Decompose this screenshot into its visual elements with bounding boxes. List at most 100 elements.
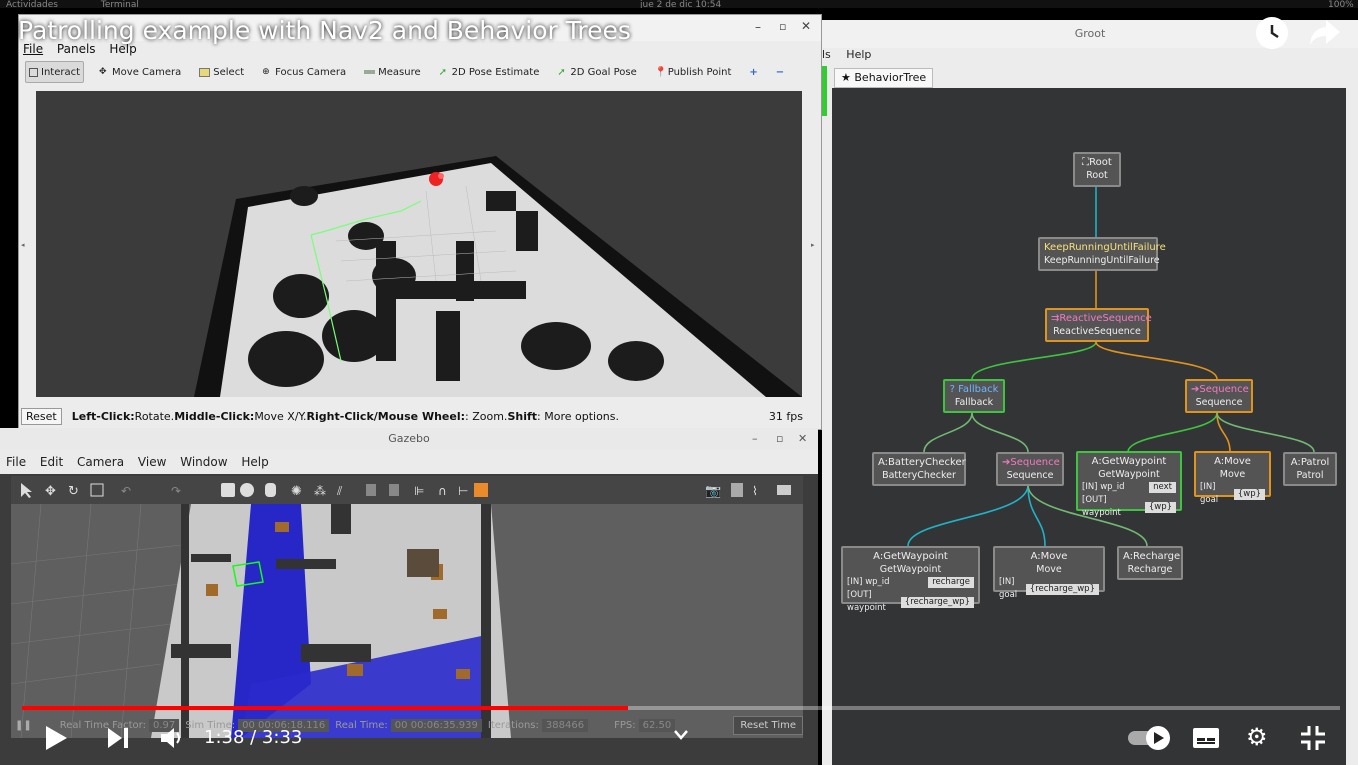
menu-tools-partial[interactable]: ls bbox=[822, 48, 831, 61]
node-type: Sequence bbox=[1010, 457, 1060, 468]
rviz-3d-view[interactable] bbox=[36, 91, 802, 397]
maximize-icon[interactable]: ▫ bbox=[776, 428, 783, 450]
node-type: Move bbox=[1040, 551, 1068, 562]
node-fallback[interactable]: ? Fallback Fallback bbox=[943, 379, 1005, 413]
play-icon[interactable] bbox=[44, 725, 68, 755]
measure-icon[interactable]: ⊢ bbox=[458, 484, 468, 498]
record-video-icon[interactable] bbox=[777, 485, 791, 495]
port-value-field[interactable]: next bbox=[1149, 482, 1176, 493]
node-recharge[interactable]: A:Recharge Recharge bbox=[1117, 546, 1183, 580]
point-light-icon[interactable]: ✺ bbox=[291, 484, 302, 499]
spot-light-icon[interactable]: ⁂ bbox=[314, 484, 326, 498]
maximize-icon[interactable]: ▫ bbox=[779, 20, 786, 33]
tool-interact[interactable]: Interact bbox=[25, 61, 85, 83]
node-keep-running-until-failure[interactable]: KeepRunningUntilFailure KeepRunningUntil… bbox=[1038, 237, 1166, 271]
rviz-toolbar: Interact ✥ Move Camera Select ⊕ Focus Came… bbox=[25, 61, 815, 83]
terminal-label[interactable]: Terminal bbox=[101, 0, 139, 8]
node-name: ReactiveSequence bbox=[1053, 326, 1141, 337]
tool-2d-pose-estimate[interactable]: ➚ 2D Pose Estimate bbox=[436, 62, 543, 82]
undo-icon[interactable]: ↶ bbox=[121, 484, 131, 498]
autoplay-toggle[interactable] bbox=[1128, 725, 1172, 755]
watch-later-icon[interactable] bbox=[1256, 17, 1288, 49]
rotate-icon[interactable]: ↻ bbox=[68, 484, 79, 499]
redo-icon[interactable]: ↷ bbox=[171, 484, 181, 498]
orange-box-icon[interactable] bbox=[474, 483, 488, 497]
tool-measure[interactable]: Measure bbox=[361, 62, 424, 82]
share-icon[interactable] bbox=[1308, 14, 1342, 52]
node-get-waypoint[interactable]: A:GetWaypoint GetWaypoint [IN] wp_id next… bbox=[1076, 451, 1182, 518]
tab-label: BehaviorTree bbox=[854, 71, 927, 84]
minimize-icon[interactable]: – bbox=[752, 428, 758, 450]
left-panel-toggle-icon[interactable]: ◂ bbox=[21, 241, 25, 249]
node-move-recharge[interactable]: A:Move Move [IN] goal {recharge_wp} bbox=[993, 546, 1105, 600]
behavior-tree-canvas[interactable]: ⛶Root Root KeepRunningUntilFailure KeepR… bbox=[832, 88, 1346, 765]
tab-behaviortree[interactable]: ★ BehaviorTree bbox=[834, 68, 934, 88]
clock[interactable]: jue 2 de dic 10:54 bbox=[640, 0, 721, 8]
next-icon[interactable] bbox=[106, 727, 130, 753]
node-root[interactable]: ⛶Root Root bbox=[1073, 152, 1121, 187]
port-value-field[interactable]: {recharge_wp} bbox=[900, 596, 974, 608]
menu-view[interactable]: View bbox=[138, 455, 166, 469]
tool-select[interactable]: Select bbox=[196, 62, 247, 82]
paste-icon[interactable] bbox=[389, 484, 399, 496]
log-icon[interactable] bbox=[731, 483, 743, 497]
copy-icon[interactable] bbox=[366, 484, 376, 496]
reset-button[interactable]: Reset bbox=[21, 407, 62, 425]
port-value-field[interactable]: {recharge_wp} bbox=[1025, 583, 1099, 595]
add-tool-button[interactable]: + bbox=[746, 62, 760, 82]
hint-text: : Zoom. bbox=[465, 409, 508, 423]
right-panel-toggle-icon[interactable]: ▸ bbox=[811, 241, 815, 249]
groot-window: Groot ls Help ★ BehaviorTree ⛶Root Root … bbox=[822, 20, 1358, 765]
video-title[interactable]: Patrolling example with Nav2 and Behavio… bbox=[18, 16, 631, 45]
exit-fullscreen-icon[interactable] bbox=[1300, 725, 1326, 755]
node-name: Move bbox=[1036, 564, 1062, 575]
close-icon[interactable]: ✕ bbox=[801, 19, 811, 33]
node-patrol[interactable]: A:Patrol Patrol bbox=[1283, 452, 1337, 486]
close-icon[interactable]: ✕ bbox=[798, 428, 807, 450]
node-name: BatteryChecker bbox=[882, 470, 956, 481]
port-value-field[interactable]: recharge bbox=[928, 577, 974, 588]
menu-file[interactable]: File bbox=[6, 455, 26, 469]
gazebo-3d-view[interactable] bbox=[11, 504, 803, 738]
settings-gear-icon[interactable]: ⚙ bbox=[1246, 725, 1268, 749]
snap-icon[interactable]: ∩ bbox=[438, 484, 447, 498]
menu-help[interactable]: Help bbox=[846, 48, 871, 61]
menu-edit[interactable]: Edit bbox=[40, 455, 63, 469]
minimize-icon[interactable]: – bbox=[755, 20, 761, 34]
node-sequence-recharge[interactable]: ➔Sequence Sequence bbox=[996, 452, 1064, 486]
align-icon[interactable]: ⊫ bbox=[414, 484, 424, 498]
screenshot-icon[interactable]: 📷 bbox=[705, 484, 721, 499]
plot-icon[interactable]: ⌇ bbox=[752, 484, 758, 498]
cylinder-shape-icon[interactable] bbox=[265, 483, 276, 497]
action-prefix: A: bbox=[1091, 456, 1102, 467]
subtitles-icon[interactable] bbox=[1192, 727, 1220, 753]
node-get-waypoint-recharge[interactable]: A:GetWaypoint GetWaypoint [IN] wp_id rech… bbox=[841, 546, 980, 613]
tool-2d-goal-pose[interactable]: ➚ 2D Goal Pose bbox=[554, 62, 639, 82]
box-shape-icon[interactable] bbox=[221, 483, 235, 497]
select-mode-icon[interactable] bbox=[21, 483, 32, 498]
port-value-field[interactable]: {wp} bbox=[1233, 488, 1265, 500]
activities-label[interactable]: Actividades bbox=[6, 0, 58, 8]
tool-publish-point[interactable]: 📍 Publish Point bbox=[652, 62, 735, 82]
remove-tool-button[interactable]: − bbox=[773, 62, 787, 82]
rviz-status-bar: Reset Left-Click: Rotate. Middle-Click: … bbox=[19, 405, 821, 427]
node-move[interactable]: A:Move Move [IN] goal {wp} bbox=[1194, 451, 1271, 505]
system-top-bar: Actividades Terminal jue 2 de dic 10:54 … bbox=[0, 0, 1358, 8]
node-battery-checker[interactable]: A:BatteryChecker BatteryChecker bbox=[872, 452, 966, 486]
video-controls: 1:38 / 3:33 ⚙ bbox=[0, 715, 1358, 765]
sphere-shape-icon[interactable] bbox=[240, 483, 254, 497]
directional-light-icon[interactable]: ⫽ bbox=[336, 484, 343, 498]
port-label: [IN] wp_id bbox=[847, 577, 890, 587]
translate-icon[interactable]: ✥ bbox=[45, 484, 56, 499]
tool-move-camera[interactable]: ✥ Move Camera bbox=[96, 62, 184, 82]
menu-help[interactable]: Help bbox=[241, 455, 268, 469]
menu-camera[interactable]: Camera bbox=[77, 455, 124, 469]
node-reactive-sequence[interactable]: ⇉ReactiveSequence ReactiveSequence bbox=[1045, 308, 1152, 342]
volume-icon[interactable] bbox=[160, 726, 186, 754]
port-value-field[interactable]: {wp} bbox=[1144, 501, 1176, 513]
tool-focus-camera[interactable]: ⊕ Focus Camera bbox=[259, 62, 349, 82]
menu-window[interactable]: Window bbox=[180, 455, 227, 469]
node-sequence-main[interactable]: ➔Sequence Sequence bbox=[1185, 379, 1253, 413]
chevron-down-icon[interactable] bbox=[672, 727, 690, 746]
scale-icon[interactable] bbox=[90, 483, 104, 497]
